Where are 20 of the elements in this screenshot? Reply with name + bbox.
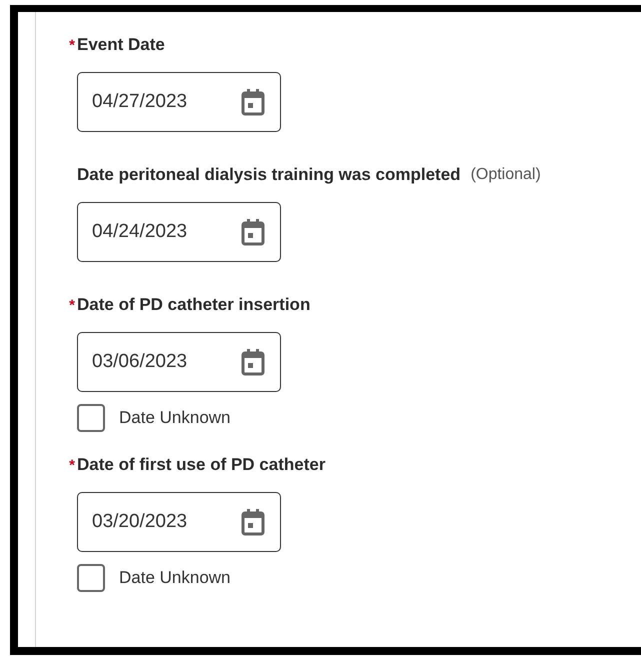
calendar-icon[interactable]	[240, 508, 266, 536]
required-asterisk: *	[68, 296, 76, 314]
field-label: Date peritoneal dialysis training was completed	[77, 165, 461, 185]
required-asterisk: *	[68, 36, 76, 54]
required-asterisk: *	[68, 456, 76, 474]
checkbox[interactable]	[77, 404, 105, 432]
field-label: Event Date	[77, 35, 165, 55]
field-label: Date of first use of PD catheter	[77, 455, 326, 475]
field-label: Date of PD catheter insertion	[77, 295, 310, 315]
date-field[interactable]: 04/27/2023	[77, 72, 281, 132]
calendar-icon[interactable]	[240, 348, 266, 376]
checkbox[interactable]	[77, 564, 105, 592]
date-field[interactable]: 04/24/2023	[77, 202, 281, 262]
optional-note: (Optional)	[470, 166, 541, 184]
checkbox-label: Date Unknown	[119, 568, 231, 588]
calendar-icon[interactable]	[240, 218, 266, 246]
date-field[interactable]: 03/20/2023	[77, 492, 281, 552]
checkbox-label: Date Unknown	[119, 408, 231, 428]
date-field[interactable]: 03/06/2023	[77, 332, 281, 392]
calendar-icon[interactable]	[240, 88, 266, 116]
